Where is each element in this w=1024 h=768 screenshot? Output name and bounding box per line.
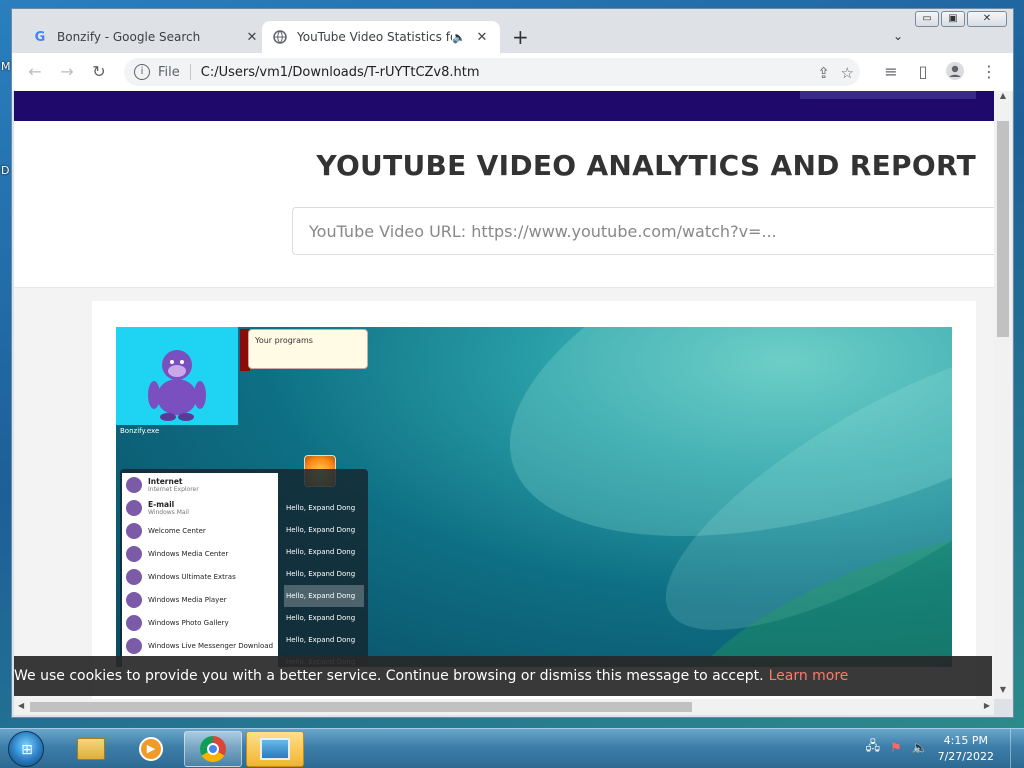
globe-icon: [272, 29, 288, 45]
list-item: Hello, Expand Dong: [286, 570, 356, 578]
tab-strip: G Bonzify - Google Search ✕ YouTube Vide…: [12, 9, 1013, 53]
bonzi-icon: [126, 522, 142, 539]
window-caption-buttons: ▭ ▣ ✕: [915, 11, 1007, 27]
page-viewport: YOUTUBE VIDEO ANALYTICS AND REPORT YouTu…: [14, 91, 994, 699]
scheme-label: File: [158, 64, 180, 80]
system-tray: 🖧 ⚑ 🔈: [866, 737, 928, 759]
vertical-scrollbar[interactable]: ▲ ▼: [994, 91, 1012, 699]
video-player[interactable]: Bonzify.exe Your programs Internet Intern…: [116, 327, 952, 667]
list-item: Internet Internet Explorer: [122, 473, 278, 496]
folder-icon: [77, 738, 105, 760]
close-tab-icon[interactable]: ✕: [474, 30, 490, 45]
show-desktop-button[interactable]: [1010, 729, 1024, 768]
info-icon[interactable]: i: [134, 64, 150, 80]
list-item: Windows Live Messenger Download: [122, 634, 278, 657]
tab-title: YouTube Video Statistics for ...: [297, 30, 452, 44]
scroll-left-icon[interactable]: ◀: [18, 701, 24, 710]
volume-icon[interactable]: 🔈: [912, 741, 928, 756]
list-item: Windows Media Center: [122, 542, 278, 565]
clock-date: 7/27/2022: [937, 750, 994, 763]
speaker-icon[interactable]: 🔈: [452, 31, 466, 44]
google-g-icon: G: [34, 29, 46, 45]
browser-window: ▭ ▣ ✕ G Bonzify - Google Search ✕ YouTub…: [11, 8, 1014, 718]
horizontal-scrollbar[interactable]: ◀ ▶: [14, 699, 994, 715]
list-item: Welcome Center: [122, 519, 278, 542]
taskbar-chrome[interactable]: [184, 731, 242, 767]
list-item: Hello, Expand Dong: [286, 504, 356, 512]
list-item: E-mail Windows Mail: [122, 496, 278, 519]
chrome-icon: [200, 736, 226, 762]
bonzi-icon: [126, 499, 142, 516]
scroll-down-icon[interactable]: ▼: [994, 685, 1012, 699]
picture-icon: [260, 738, 290, 760]
media-player-icon: ▶: [139, 737, 163, 761]
start-menu: Internet Internet Explorer E-mail Windows …: [120, 469, 368, 667]
start-menu-places: Hello, Expand Dong Hello, Expand Dong He…: [284, 497, 364, 667]
share-icon[interactable]: ⇪: [817, 64, 830, 82]
browser-toolbar: ← → ↻ i File C:/Users/vm1/Downloads/T-rU…: [12, 53, 1013, 91]
scroll-up-icon[interactable]: ▲: [994, 91, 1012, 105]
list-item: Hello, Expand Dong: [284, 585, 364, 607]
tab-title: Bonzify - Google Search: [57, 30, 201, 44]
clock[interactable]: 4:15 PM 7/27/2022: [938, 733, 994, 765]
taskbar-explorer[interactable]: [62, 731, 120, 767]
taskbar: ⊞ ▶ 🖧 ⚑ 🔈 4:15 PM 7/27/2022: [0, 728, 1024, 768]
list-item: Hello, Expand Dong: [286, 636, 356, 644]
network-icon[interactable]: 🖧: [866, 737, 881, 759]
tab-google-search[interactable]: G Bonzify - Google Search ✕: [22, 21, 270, 53]
start-button[interactable]: ⊞: [8, 731, 44, 767]
icon-caption: Bonzify.exe: [120, 427, 160, 435]
media-control-icon[interactable]: ≡: [880, 61, 902, 83]
list-item: Hello, Expand Dong: [286, 526, 356, 534]
url-text[interactable]: C:/Users/vm1/Downloads/T-rUYTtCZv8.htm: [201, 65, 480, 80]
list-item: Hello, Expand Dong: [286, 548, 356, 556]
bonzi-icon: [126, 637, 142, 654]
scrollbar-thumb[interactable]: [997, 121, 1009, 337]
kebab-menu-icon[interactable]: ⋮: [978, 61, 1000, 83]
scroll-right-icon[interactable]: ▶: [984, 701, 990, 710]
site-header-bar: [14, 91, 994, 121]
cookie-banner[interactable]: We use cookies to provide you with a bet…: [14, 656, 992, 696]
cookie-message: We use cookies to provide you with a bet…: [14, 668, 764, 684]
clock-time: 4:15 PM: [943, 734, 988, 747]
new-tab-button[interactable]: +: [512, 27, 529, 47]
minimize-button[interactable]: ▭: [915, 11, 939, 27]
bonzi-icon: [126, 476, 142, 493]
back-arrow-icon[interactable]: ←: [24, 61, 46, 83]
balloon-tooltip: Your programs: [248, 329, 368, 369]
bonzi-icon: [126, 614, 142, 631]
maximize-button[interactable]: ▣: [941, 11, 965, 27]
list-item: Windows Photo Gallery: [122, 611, 278, 634]
list-item: Windows Ultimate Extras: [122, 565, 278, 588]
tab-search-chevron-icon[interactable]: ⌄: [893, 29, 903, 43]
list-item: Windows Media Player: [122, 588, 278, 611]
reload-icon[interactable]: ↻: [88, 61, 110, 83]
bonzi-icon: [116, 327, 238, 425]
desktop-icon-label: M: [1, 60, 11, 73]
bonzi-icon: [126, 568, 142, 585]
bookmark-star-icon[interactable]: ☆: [841, 64, 854, 82]
taskbar-media-player[interactable]: ▶: [122, 731, 180, 767]
address-bar[interactable]: i File C:/Users/vm1/Downloads/T-rUYTtCZv…: [124, 58, 860, 86]
close-window-button[interactable]: ✕: [967, 11, 1007, 27]
taskbar-picture-viewer[interactable]: [246, 731, 304, 767]
desktop-icon-label: D: [1, 164, 10, 177]
divider: [189, 64, 191, 80]
page-title: YOUTUBE VIDEO ANALYTICS AND REPORT: [316, 149, 976, 182]
windows-logo-icon: ⊞: [21, 742, 33, 758]
bonzi-icon: [126, 591, 142, 608]
action-center-flag-icon[interactable]: ⚑: [890, 741, 902, 756]
forward-arrow-icon[interactable]: →: [56, 61, 78, 83]
close-tab-icon[interactable]: ✕: [244, 30, 260, 45]
list-item: Hello, Expand Dong: [286, 614, 356, 622]
tab-youtube-stats[interactable]: YouTube Video Statistics for ... 🔈 ✕: [262, 21, 500, 53]
scrollbar-thumb[interactable]: [30, 702, 692, 712]
start-menu-programs: Internet Internet Explorer E-mail Windows …: [122, 473, 278, 667]
video-url-input[interactable]: YouTube Video URL: https://www.youtube.c…: [292, 207, 994, 255]
header-button[interactable]: [800, 91, 976, 99]
bonzi-icon: [126, 545, 142, 562]
profile-avatar-icon[interactable]: [944, 61, 966, 83]
learn-more-link[interactable]: Learn more: [769, 668, 849, 684]
side-panel-icon[interactable]: ▯: [912, 61, 934, 83]
